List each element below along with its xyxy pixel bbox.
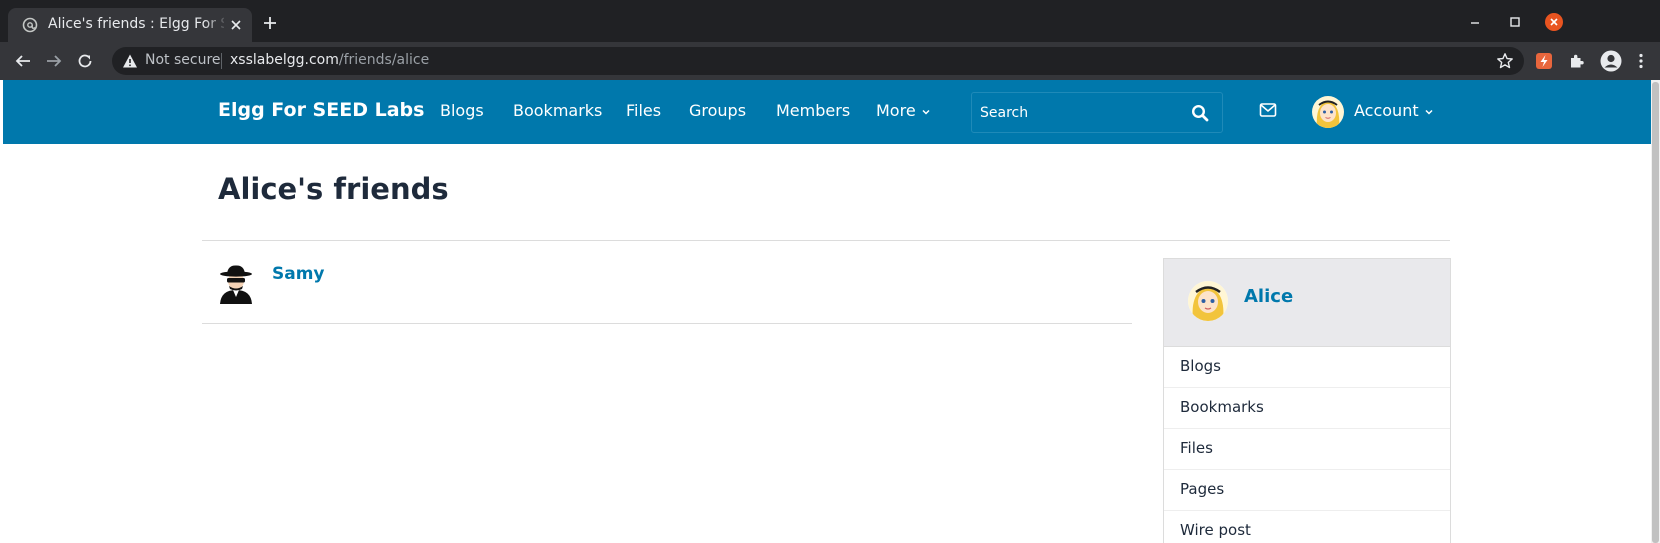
account-text: Account xyxy=(1354,101,1419,120)
title-divider xyxy=(202,240,1450,241)
search-input[interactable] xyxy=(980,102,1180,124)
url-text: xsslabelgg.com/friends/alice xyxy=(230,52,429,68)
alice-avatar-icon[interactable] xyxy=(1188,281,1228,321)
minimize-window-icon[interactable] xyxy=(1467,14,1483,30)
owner-menu: Blogs Bookmarks Files Pages Wire post xyxy=(1163,347,1451,543)
page-scrollbar[interactable] xyxy=(1651,80,1660,543)
owner-name-link[interactable]: Alice xyxy=(1244,286,1293,307)
page-title: Alice's friends xyxy=(218,172,449,206)
back-arrow-icon[interactable] xyxy=(14,52,32,70)
browser-tab-strip: Alice's friends : Elgg For SEED Labs xyxy=(0,0,1660,42)
not-secure-label: Not secure xyxy=(145,52,221,68)
tab-title: Alice's friends : Elgg For SEED Labs xyxy=(48,16,224,32)
messages-envelope-icon[interactable] xyxy=(1259,102,1277,118)
forward-arrow-icon[interactable] xyxy=(45,52,63,70)
nav-blogs[interactable]: Blogs xyxy=(440,101,484,120)
chevron-down-icon xyxy=(1425,109,1433,115)
nav-files[interactable]: Files xyxy=(626,101,661,120)
nav-groups[interactable]: Groups xyxy=(689,101,746,120)
chevron-down-icon xyxy=(922,109,930,115)
friend-name-link[interactable]: Samy xyxy=(272,264,325,284)
spy-avatar-icon[interactable] xyxy=(216,264,256,304)
account-menu[interactable]: Account xyxy=(1312,92,1434,132)
owner-menu-bookmarks[interactable]: Bookmarks xyxy=(1164,388,1450,429)
nav-more[interactable]: More xyxy=(876,101,930,120)
search-icon[interactable] xyxy=(1191,104,1209,122)
bookmark-star-icon[interactable] xyxy=(1496,52,1514,70)
extension-bolt-icon[interactable] xyxy=(1535,52,1553,70)
warning-icon xyxy=(123,54,137,68)
reload-icon[interactable] xyxy=(76,52,94,70)
address-bar[interactable]: Not secure xsslabelgg.com/friends/alice xyxy=(112,47,1524,75)
nav-members[interactable]: Members xyxy=(776,101,850,120)
new-tab-icon[interactable] xyxy=(262,15,278,31)
owner-block: Alice xyxy=(1163,258,1451,347)
page-viewport: Elgg For SEED Labs Blogs Bookmarks Files… xyxy=(3,80,1660,543)
elgg-favicon-icon xyxy=(22,17,38,33)
owner-menu-files[interactable]: Files xyxy=(1164,429,1450,470)
address-divider xyxy=(221,53,222,69)
browser-menu-icon[interactable] xyxy=(1632,52,1650,70)
profile-avatar-icon[interactable] xyxy=(1600,50,1622,72)
tab-title-fade xyxy=(204,14,228,36)
friend-list-item: Samy xyxy=(202,256,1132,324)
site-name-link[interactable]: Elgg For SEED Labs xyxy=(218,99,424,121)
site-topbar: Elgg For SEED Labs Blogs Bookmarks Files… xyxy=(3,80,1651,144)
nav-bookmarks[interactable]: Bookmarks xyxy=(513,101,602,120)
owner-menu-wire-post[interactable]: Wire post xyxy=(1164,511,1450,543)
owner-menu-blogs[interactable]: Blogs xyxy=(1164,347,1450,388)
close-window-icon[interactable] xyxy=(1545,13,1563,31)
extensions-puzzle-icon[interactable] xyxy=(1568,52,1586,70)
url-path: /friends/alice xyxy=(338,52,430,68)
owner-menu-pages[interactable]: Pages xyxy=(1164,470,1450,511)
maximize-window-icon[interactable] xyxy=(1507,14,1523,30)
url-host: xsslabelgg.com xyxy=(230,52,339,68)
browser-toolbar: Not secure xsslabelgg.com/friends/alice xyxy=(0,42,1660,80)
close-tab-icon[interactable] xyxy=(228,17,244,33)
browser-tab[interactable]: Alice's friends : Elgg For SEED Labs xyxy=(8,8,252,42)
alice-avatar-icon xyxy=(1312,96,1344,128)
nav-more-label: More xyxy=(876,101,916,120)
account-label: Account xyxy=(1354,101,1433,120)
search-box xyxy=(971,92,1223,133)
scrollbar-thumb[interactable] xyxy=(1652,82,1659,543)
